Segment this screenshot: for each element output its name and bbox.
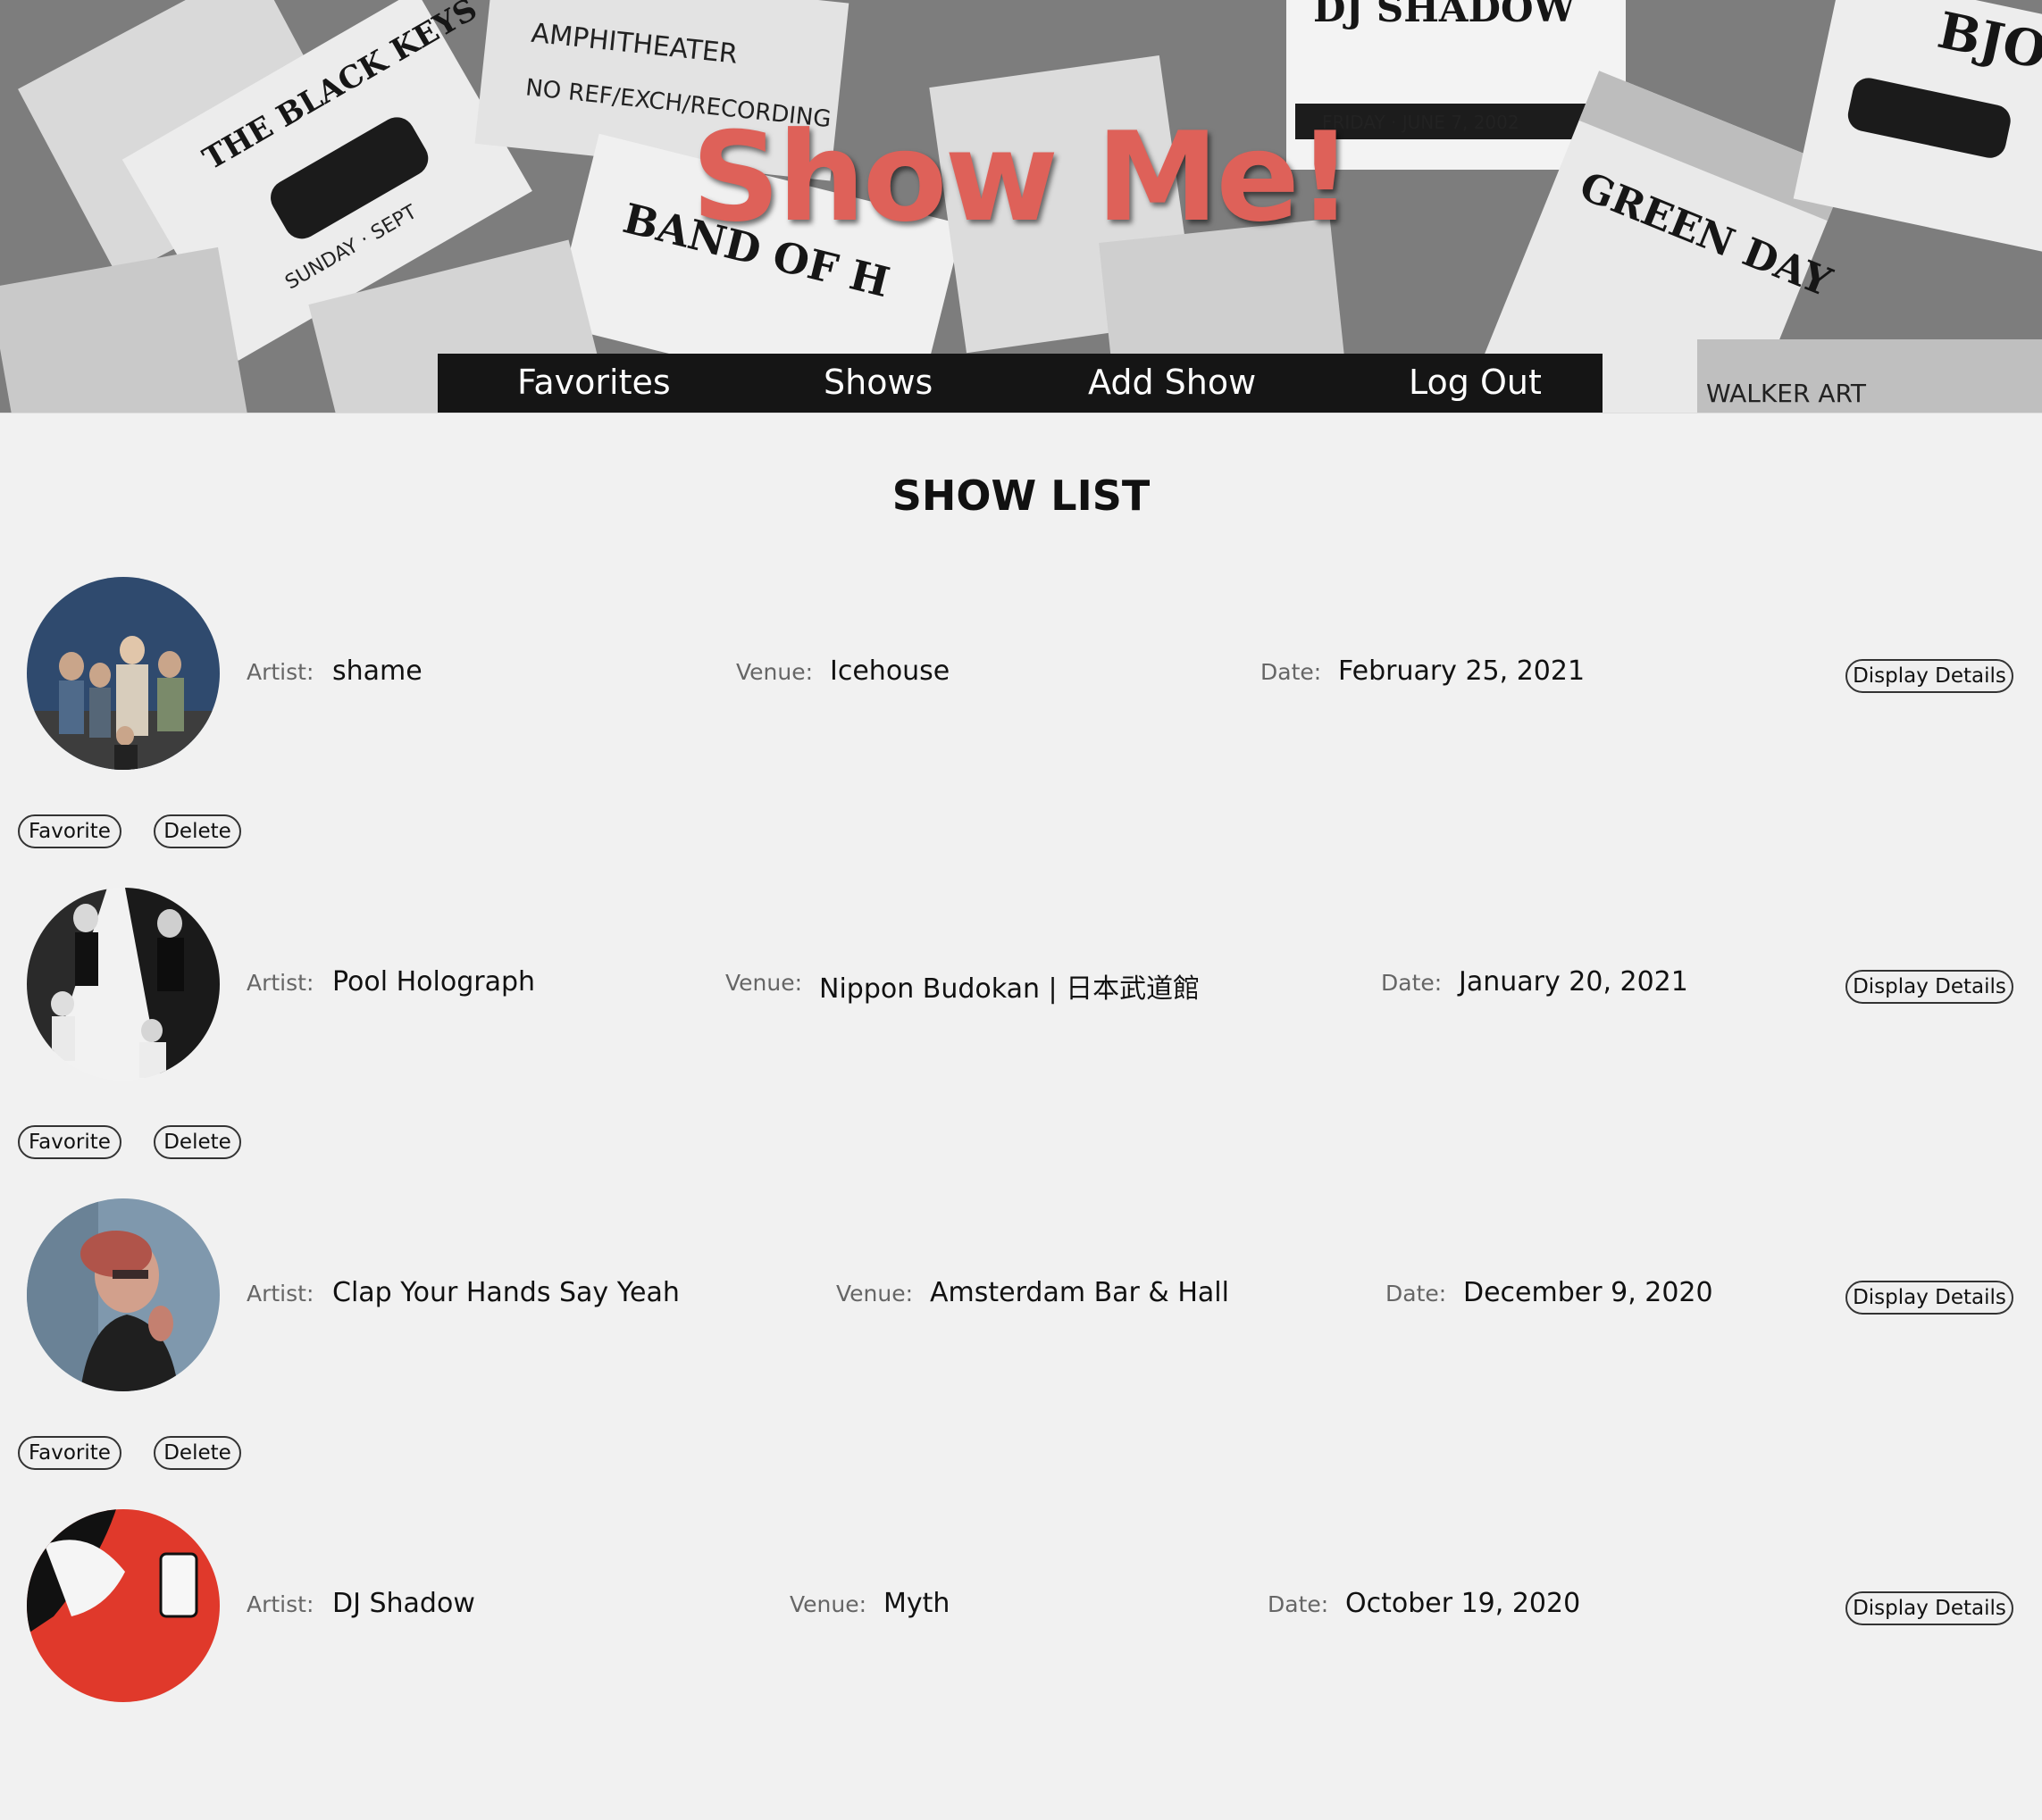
date-label: Date:	[1268, 1591, 1329, 1617]
artist-label: Artist:	[247, 659, 314, 685]
delete-button[interactable]: Delete	[154, 814, 241, 848]
nav-shows[interactable]: Shows	[824, 363, 933, 402]
show-row: Artist: DJ Shadow Venue: Myth Date: Octo…	[0, 1509, 2042, 1820]
date-label: Date:	[1381, 970, 1443, 996]
display-details-button[interactable]: Display Details	[1845, 1281, 2013, 1315]
artist-photo	[27, 1198, 220, 1391]
venue-name: Myth	[883, 1588, 950, 1619]
favorite-button[interactable]: Favorite	[18, 1436, 121, 1470]
artist-photo	[27, 1509, 220, 1702]
show-date: December 9, 2020	[1463, 1277, 1713, 1308]
display-details-button[interactable]: Display Details	[1845, 970, 2013, 1004]
favorite-button[interactable]: Favorite	[18, 1125, 121, 1159]
venue-label: Venue:	[836, 1281, 914, 1307]
artist-name: DJ Shadow	[332, 1588, 475, 1619]
venue-name: Nippon Budokan | 日本武道館	[819, 973, 1201, 1005]
venue-name: Amsterdam Bar & Hall	[930, 1277, 1229, 1308]
site-title: Show Me!	[691, 105, 1353, 249]
nav-favorites[interactable]: Favorites	[517, 363, 671, 402]
display-details-button[interactable]: Display Details	[1845, 659, 2013, 693]
svg-text:WALKER ART: WALKER ART	[1706, 379, 1867, 408]
venue-label: Venue:	[790, 1591, 867, 1617]
favorite-button[interactable]: Favorite	[18, 814, 121, 848]
artist-photo	[27, 577, 220, 770]
header-banner: THE BLACK KEYS SUNDAY · SEPT AMPHITHEATE…	[0, 0, 2042, 413]
venue-name: Icehouse	[830, 655, 950, 687]
show-date: October 19, 2020	[1345, 1588, 1581, 1619]
show-row: Artist: Pool Holograph Venue: Nippon Bud…	[0, 888, 2042, 1198]
delete-button[interactable]: Delete	[154, 1436, 241, 1470]
show-row: Artist: shame Venue: Icehouse Date: Febr…	[0, 577, 2042, 888]
show-row: Artist: Clap Your Hands Say Yeah Venue: …	[0, 1198, 2042, 1509]
main-nav: Favorites Shows Add Show Log Out	[438, 354, 1603, 413]
show-date: February 25, 2021	[1338, 655, 1586, 687]
artist-label: Artist:	[247, 1591, 314, 1617]
show-date: January 20, 2021	[1459, 966, 1688, 998]
artist-label: Artist:	[247, 970, 314, 996]
display-details-button[interactable]: Display Details	[1845, 1591, 2013, 1625]
nav-log-out[interactable]: Log Out	[1409, 363, 1542, 402]
delete-button[interactable]: Delete	[154, 1125, 241, 1159]
artist-label: Artist:	[247, 1281, 314, 1307]
artist-photo	[27, 888, 220, 1081]
artist-name: Clap Your Hands Say Yeah	[332, 1277, 680, 1308]
svg-text:DJ SHADOW: DJ SHADOW	[1313, 0, 1577, 30]
nav-add-show[interactable]: Add Show	[1088, 363, 1256, 402]
date-label: Date:	[1385, 1281, 1447, 1307]
artist-name: Pool Holograph	[332, 966, 536, 998]
venue-label: Venue:	[725, 970, 803, 996]
artist-name: shame	[332, 655, 423, 687]
date-label: Date:	[1260, 659, 1322, 685]
venue-label: Venue:	[736, 659, 814, 685]
page-title: SHOW LIST	[891, 472, 1151, 520]
